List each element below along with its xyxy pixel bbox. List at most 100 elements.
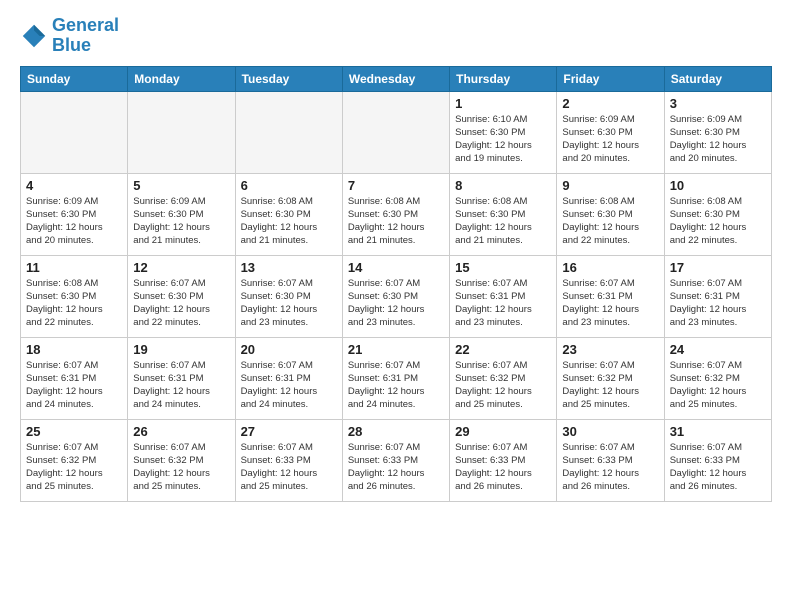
header: General Blue [20,16,772,56]
day-number: 28 [348,424,444,439]
calendar-cell: 27 Sunrise: 6:07 AM Sunset: 6:33 PM Dayli… [235,419,342,501]
col-header-sunday: Sunday [21,66,128,91]
calendar-cell [235,91,342,173]
calendar-cell: 4Sunrise: 6:09 AM Sunset: 6:30 PM Daylig… [21,173,128,255]
day-info: Sunrise: 6:07 AM Sunset: 6:32 PM Dayligh… [26,441,122,494]
day-info: Sunrise: 6:07 AM Sunset: 6:30 PM Dayligh… [348,277,444,330]
calendar-header-row: SundayMondayTuesdayWednesdayThursdayFrid… [21,66,772,91]
calendar-cell: 15 Sunrise: 6:07 AM Sunset: 6:31 PM Dayli… [450,255,557,337]
day-info: Sunrise: 6:07 AM Sunset: 6:31 PM Dayligh… [348,359,444,412]
calendar-cell: 10Sunrise: 6:08 AM Sunset: 6:30 PM Dayli… [664,173,771,255]
day-number: 16 [562,260,658,275]
day-number: 17 [670,260,766,275]
calendar-week-row: 1Sunrise: 6:10 AM Sunset: 6:30 PM Daylig… [21,91,772,173]
day-number: 27 [241,424,337,439]
logo-icon [20,22,48,50]
calendar-cell: 24Sunrise: 6:07 AM Sunset: 6:32 PM Dayli… [664,337,771,419]
calendar-cell: 22 Sunrise: 6:07 AM Sunset: 6:32 PM Dayli… [450,337,557,419]
calendar-cell: 8 Sunrise: 6:08 AM Sunset: 6:30 PM Daylig… [450,173,557,255]
day-number: 2 [562,96,658,111]
calendar-cell: 19 Sunrise: 6:07 AM Sunset: 6:31 PM Dayli… [128,337,235,419]
day-info: Sunrise: 6:07 AM Sunset: 6:32 PM Dayligh… [455,359,551,412]
day-number: 1 [455,96,551,111]
col-header-tuesday: Tuesday [235,66,342,91]
day-number: 11 [26,260,122,275]
day-info: Sunrise: 6:08 AM Sunset: 6:30 PM Dayligh… [562,195,658,248]
day-info: Sunrise: 6:07 AM Sunset: 6:31 PM Dayligh… [241,359,337,412]
day-info: Sunrise: 6:09 AM Sunset: 6:30 PM Dayligh… [26,195,122,248]
day-info: Sunrise: 6:07 AM Sunset: 6:31 PM Dayligh… [455,277,551,330]
day-number: 19 [133,342,229,357]
calendar-week-row: 11 Sunrise: 6:08 AM Sunset: 6:30 PM Dayli… [21,255,772,337]
day-number: 3 [670,96,766,111]
calendar-cell: 14 Sunrise: 6:07 AM Sunset: 6:30 PM Dayli… [342,255,449,337]
day-info: Sunrise: 6:07 AM Sunset: 6:30 PM Dayligh… [241,277,337,330]
calendar-cell: 29 Sunrise: 6:07 AM Sunset: 6:33 PM Dayli… [450,419,557,501]
calendar-cell: 31Sunrise: 6:07 AM Sunset: 6:33 PM Dayli… [664,419,771,501]
day-info: Sunrise: 6:07 AM Sunset: 6:31 PM Dayligh… [26,359,122,412]
day-number: 9 [562,178,658,193]
calendar-cell: 6 Sunrise: 6:08 AM Sunset: 6:30 PM Daylig… [235,173,342,255]
day-info: Sunrise: 6:09 AM Sunset: 6:30 PM Dayligh… [562,113,658,166]
day-number: 8 [455,178,551,193]
calendar-cell: 2 Sunrise: 6:09 AM Sunset: 6:30 PM Daylig… [557,91,664,173]
day-info: Sunrise: 6:07 AM Sunset: 6:31 PM Dayligh… [670,277,766,330]
col-header-wednesday: Wednesday [342,66,449,91]
calendar-week-row: 4Sunrise: 6:09 AM Sunset: 6:30 PM Daylig… [21,173,772,255]
calendar-cell: 5 Sunrise: 6:09 AM Sunset: 6:30 PM Daylig… [128,173,235,255]
calendar-week-row: 18 Sunrise: 6:07 AM Sunset: 6:31 PM Dayli… [21,337,772,419]
logo: General Blue [20,16,119,56]
calendar-cell: 21 Sunrise: 6:07 AM Sunset: 6:31 PM Dayli… [342,337,449,419]
col-header-friday: Friday [557,66,664,91]
day-number: 18 [26,342,122,357]
day-info: Sunrise: 6:07 AM Sunset: 6:30 PM Dayligh… [133,277,229,330]
day-number: 22 [455,342,551,357]
calendar-cell [342,91,449,173]
day-info: Sunrise: 6:07 AM Sunset: 6:33 PM Dayligh… [348,441,444,494]
day-number: 29 [455,424,551,439]
day-number: 24 [670,342,766,357]
day-number: 10 [670,178,766,193]
calendar-cell [21,91,128,173]
day-info: Sunrise: 6:09 AM Sunset: 6:30 PM Dayligh… [133,195,229,248]
calendar-cell: 18 Sunrise: 6:07 AM Sunset: 6:31 PM Dayli… [21,337,128,419]
day-number: 6 [241,178,337,193]
col-header-thursday: Thursday [450,66,557,91]
calendar-cell: 12Sunrise: 6:07 AM Sunset: 6:30 PM Dayli… [128,255,235,337]
calendar-cell: 13Sunrise: 6:07 AM Sunset: 6:30 PM Dayli… [235,255,342,337]
day-number: 30 [562,424,658,439]
day-number: 5 [133,178,229,193]
calendar-cell: 11 Sunrise: 6:08 AM Sunset: 6:30 PM Dayli… [21,255,128,337]
calendar-cell: 25 Sunrise: 6:07 AM Sunset: 6:32 PM Dayli… [21,419,128,501]
calendar-cell: 1Sunrise: 6:10 AM Sunset: 6:30 PM Daylig… [450,91,557,173]
day-info: Sunrise: 6:08 AM Sunset: 6:30 PM Dayligh… [241,195,337,248]
calendar-cell: 30Sunrise: 6:07 AM Sunset: 6:33 PM Dayli… [557,419,664,501]
day-info: Sunrise: 6:07 AM Sunset: 6:33 PM Dayligh… [455,441,551,494]
col-header-saturday: Saturday [664,66,771,91]
day-number: 31 [670,424,766,439]
day-info: Sunrise: 6:07 AM Sunset: 6:33 PM Dayligh… [241,441,337,494]
day-number: 25 [26,424,122,439]
page: General Blue SundayMondayTuesdayWednesda… [0,0,792,612]
logo-text: General Blue [52,16,119,56]
day-number: 21 [348,342,444,357]
day-info: Sunrise: 6:07 AM Sunset: 6:32 PM Dayligh… [133,441,229,494]
day-info: Sunrise: 6:07 AM Sunset: 6:31 PM Dayligh… [562,277,658,330]
calendar-cell: 20Sunrise: 6:07 AM Sunset: 6:31 PM Dayli… [235,337,342,419]
col-header-monday: Monday [128,66,235,91]
day-info: Sunrise: 6:08 AM Sunset: 6:30 PM Dayligh… [455,195,551,248]
calendar-cell: 7Sunrise: 6:08 AM Sunset: 6:30 PM Daylig… [342,173,449,255]
calendar-cell: 9 Sunrise: 6:08 AM Sunset: 6:30 PM Daylig… [557,173,664,255]
day-number: 7 [348,178,444,193]
day-info: Sunrise: 6:07 AM Sunset: 6:32 PM Dayligh… [562,359,658,412]
day-number: 23 [562,342,658,357]
day-number: 15 [455,260,551,275]
day-info: Sunrise: 6:09 AM Sunset: 6:30 PM Dayligh… [670,113,766,166]
day-number: 14 [348,260,444,275]
calendar-cell [128,91,235,173]
calendar-cell: 28 Sunrise: 6:07 AM Sunset: 6:33 PM Dayli… [342,419,449,501]
day-info: Sunrise: 6:08 AM Sunset: 6:30 PM Dayligh… [26,277,122,330]
calendar-table: SundayMondayTuesdayWednesdayThursdayFrid… [20,66,772,502]
calendar-cell: 16 Sunrise: 6:07 AM Sunset: 6:31 PM Dayli… [557,255,664,337]
day-info: Sunrise: 6:07 AM Sunset: 6:31 PM Dayligh… [133,359,229,412]
